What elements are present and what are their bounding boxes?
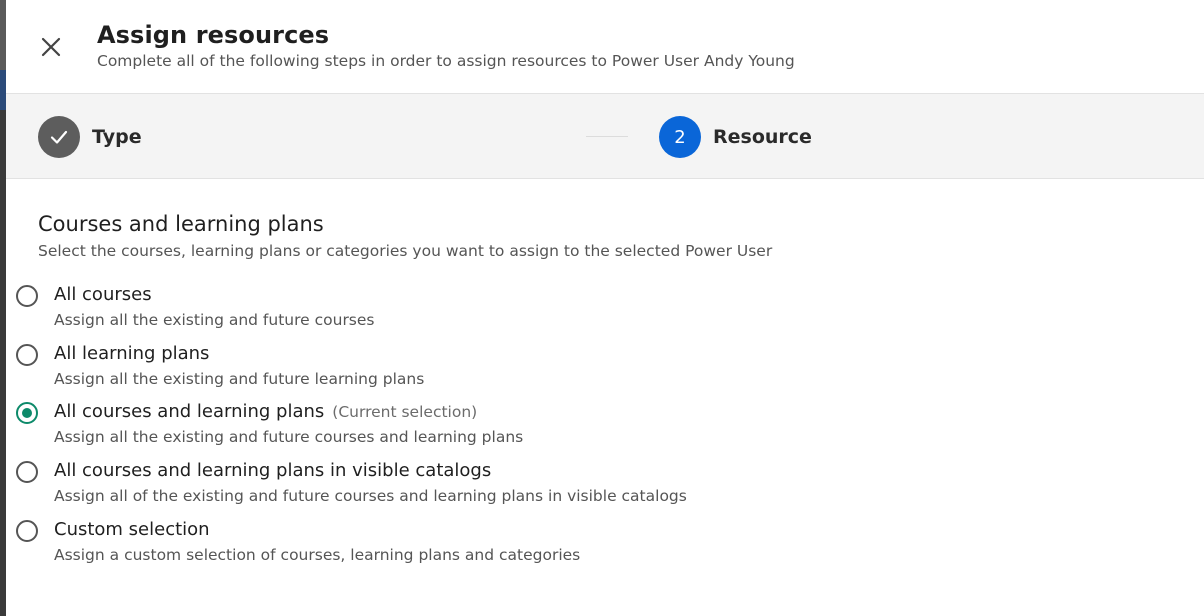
page-title: Assign resources — [97, 21, 330, 49]
radio-all-learning-plans[interactable] — [16, 344, 38, 366]
panel-header: Assign resources Complete all of the fol… — [6, 0, 1204, 93]
option-description: Assign all of the existing and future co… — [54, 487, 687, 505]
option-label: Custom selection — [54, 519, 210, 540]
option-description: Assign all the existing and future cours… — [54, 311, 375, 329]
check-icon — [50, 130, 68, 144]
radio-all-courses[interactable] — [16, 285, 38, 307]
option-label-with-note: All courses and learning plans (Current s… — [54, 401, 477, 422]
step-type[interactable]: Type — [38, 116, 142, 158]
step-type-label: Type — [92, 126, 142, 148]
option-description: Assign all the existing and future learn… — [54, 370, 425, 388]
step-resource-label: Resource — [713, 126, 812, 148]
page-subtitle: Complete all of the following steps in o… — [97, 52, 795, 70]
section-title: Courses and learning plans — [38, 212, 324, 236]
radio-visible-catalogs[interactable] — [16, 461, 38, 483]
stepper: Type 2 Resource — [6, 93, 1204, 179]
step-resource[interactable]: 2 Resource — [659, 116, 812, 158]
option-label: All courses and learning plans in visibl… — [54, 460, 492, 481]
option-label: All learning plans — [54, 343, 210, 364]
assign-resources-panel: Assign resources Complete all of the fol… — [6, 0, 1204, 616]
step-type-circle — [38, 116, 80, 158]
radio-all-courses-and-learning-plans[interactable] — [16, 402, 38, 424]
step-resource-circle: 2 — [659, 116, 701, 158]
close-icon — [41, 37, 61, 57]
option-description: Assign a custom selection of courses, le… — [54, 546, 581, 564]
option-label: All courses and learning plans — [54, 401, 325, 422]
option-label: All courses — [54, 284, 152, 305]
option-description: Assign all the existing and future cours… — [54, 428, 524, 446]
content-area: Courses and learning plans Select the co… — [38, 212, 1138, 260]
step-resource-number: 2 — [674, 126, 686, 148]
close-button[interactable] — [38, 34, 64, 60]
step-connector — [586, 136, 628, 137]
section-description: Select the courses, learning plans or ca… — [38, 242, 773, 260]
current-selection-note: (Current selection) — [332, 403, 478, 421]
radio-custom-selection[interactable] — [16, 520, 38, 542]
